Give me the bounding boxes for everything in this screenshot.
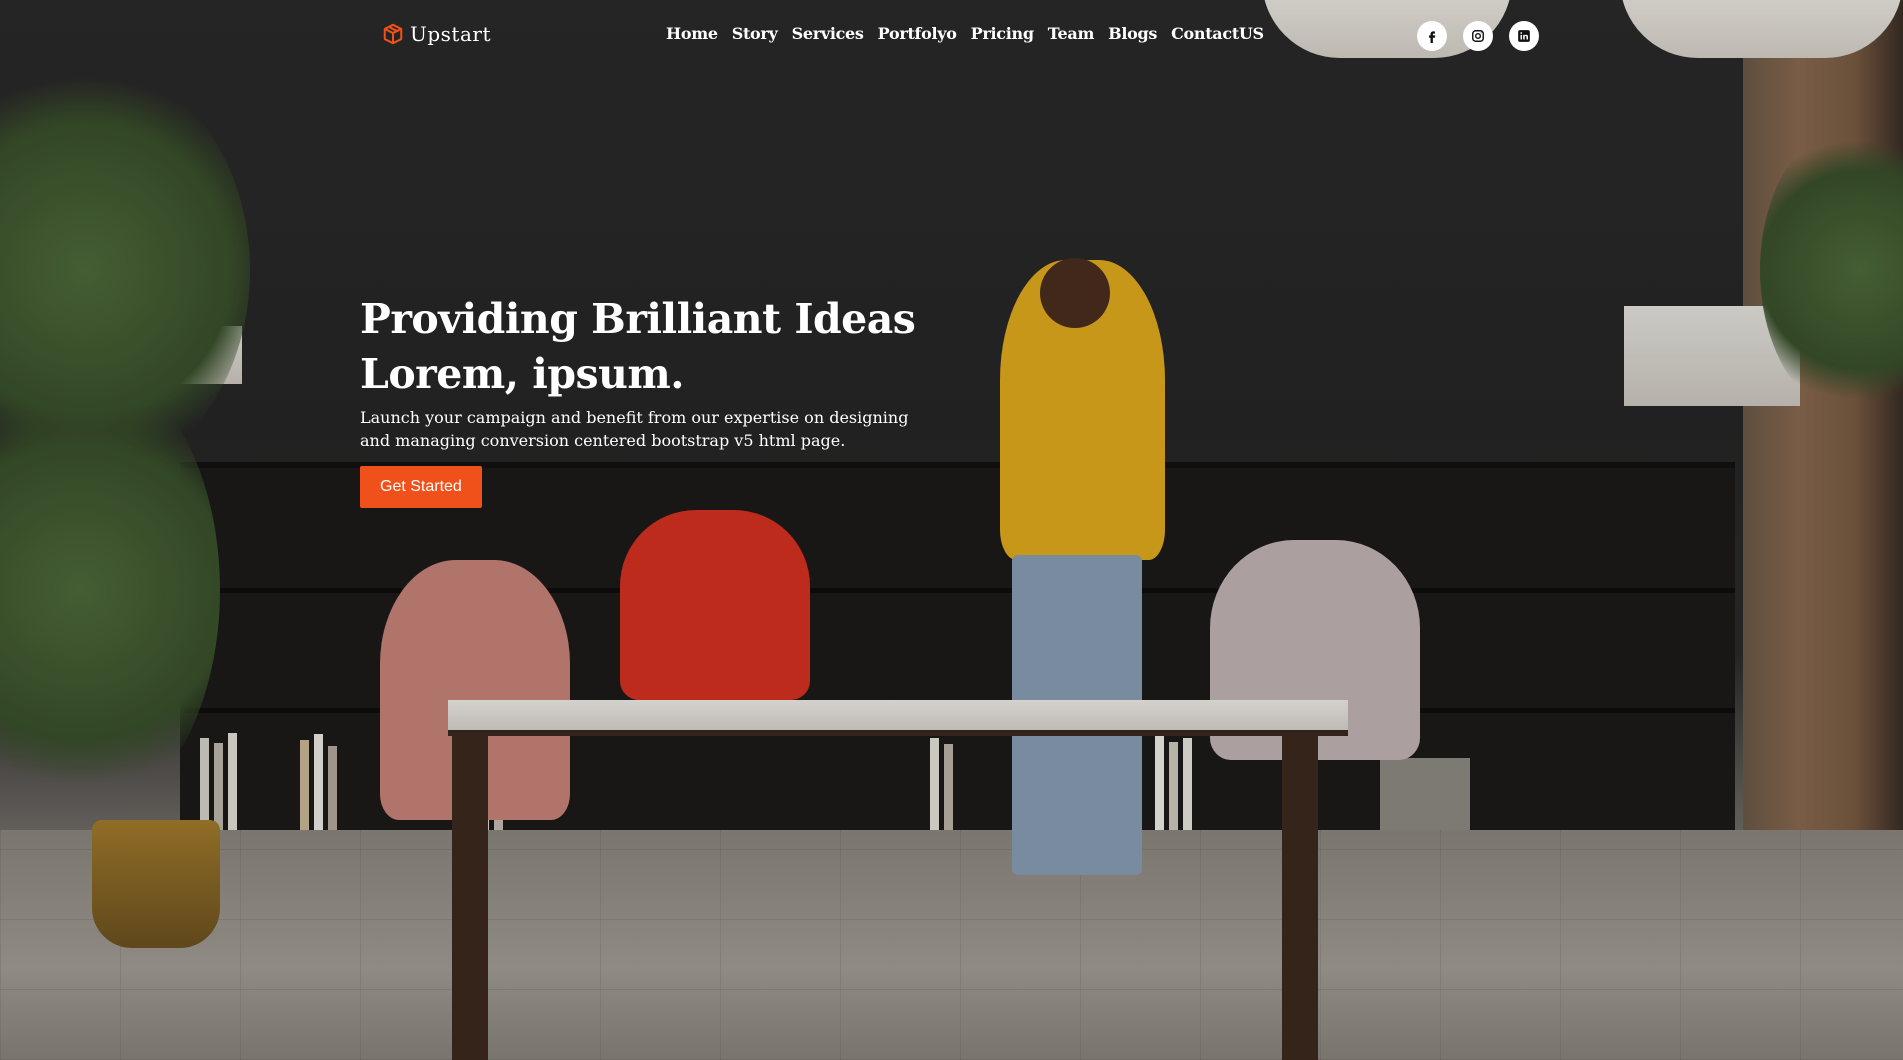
nav-link-services[interactable]: Services xyxy=(792,24,864,43)
nav-link-blogs[interactable]: Blogs xyxy=(1108,24,1157,43)
brand-logo[interactable]: Upstart xyxy=(382,22,491,46)
nav-menu: Home Story Services Portfolyo Pricing Te… xyxy=(666,24,1264,43)
nav-link-portfolyo[interactable]: Portfolyo xyxy=(878,24,957,43)
get-started-button[interactable]: Get Started xyxy=(360,466,482,508)
hero-title-line1: Providing Brilliant Ideas xyxy=(360,295,916,343)
hero-content: Providing Brilliant Ideas Lorem, ipsum. … xyxy=(360,292,980,508)
hero-description: Launch your campaign and benefit from ou… xyxy=(360,408,909,450)
hero-section: Upstart Home Story Services Portfolyo Pr… xyxy=(0,0,1903,1060)
linkedin-icon[interactable] xyxy=(1509,21,1539,51)
nav-link-team[interactable]: Team xyxy=(1048,24,1095,43)
nav-link-home[interactable]: Home xyxy=(666,24,718,43)
navbar: Upstart Home Story Services Portfolyo Pr… xyxy=(0,0,1903,72)
social-links xyxy=(1417,21,1539,51)
hero-title-line2: Lorem, ipsum. xyxy=(360,350,685,398)
hero-title: Providing Brilliant Ideas Lorem, ipsum. xyxy=(360,292,980,402)
brand-name: Upstart xyxy=(410,22,491,46)
box-logo-icon xyxy=(382,23,404,45)
nav-link-contactus[interactable]: ContactUS xyxy=(1171,24,1264,43)
facebook-icon[interactable] xyxy=(1417,21,1447,51)
hero-overlay xyxy=(0,0,1903,1060)
instagram-icon[interactable] xyxy=(1463,21,1493,51)
nav-link-pricing[interactable]: Pricing xyxy=(971,24,1034,43)
nav-link-story[interactable]: Story xyxy=(732,24,778,43)
